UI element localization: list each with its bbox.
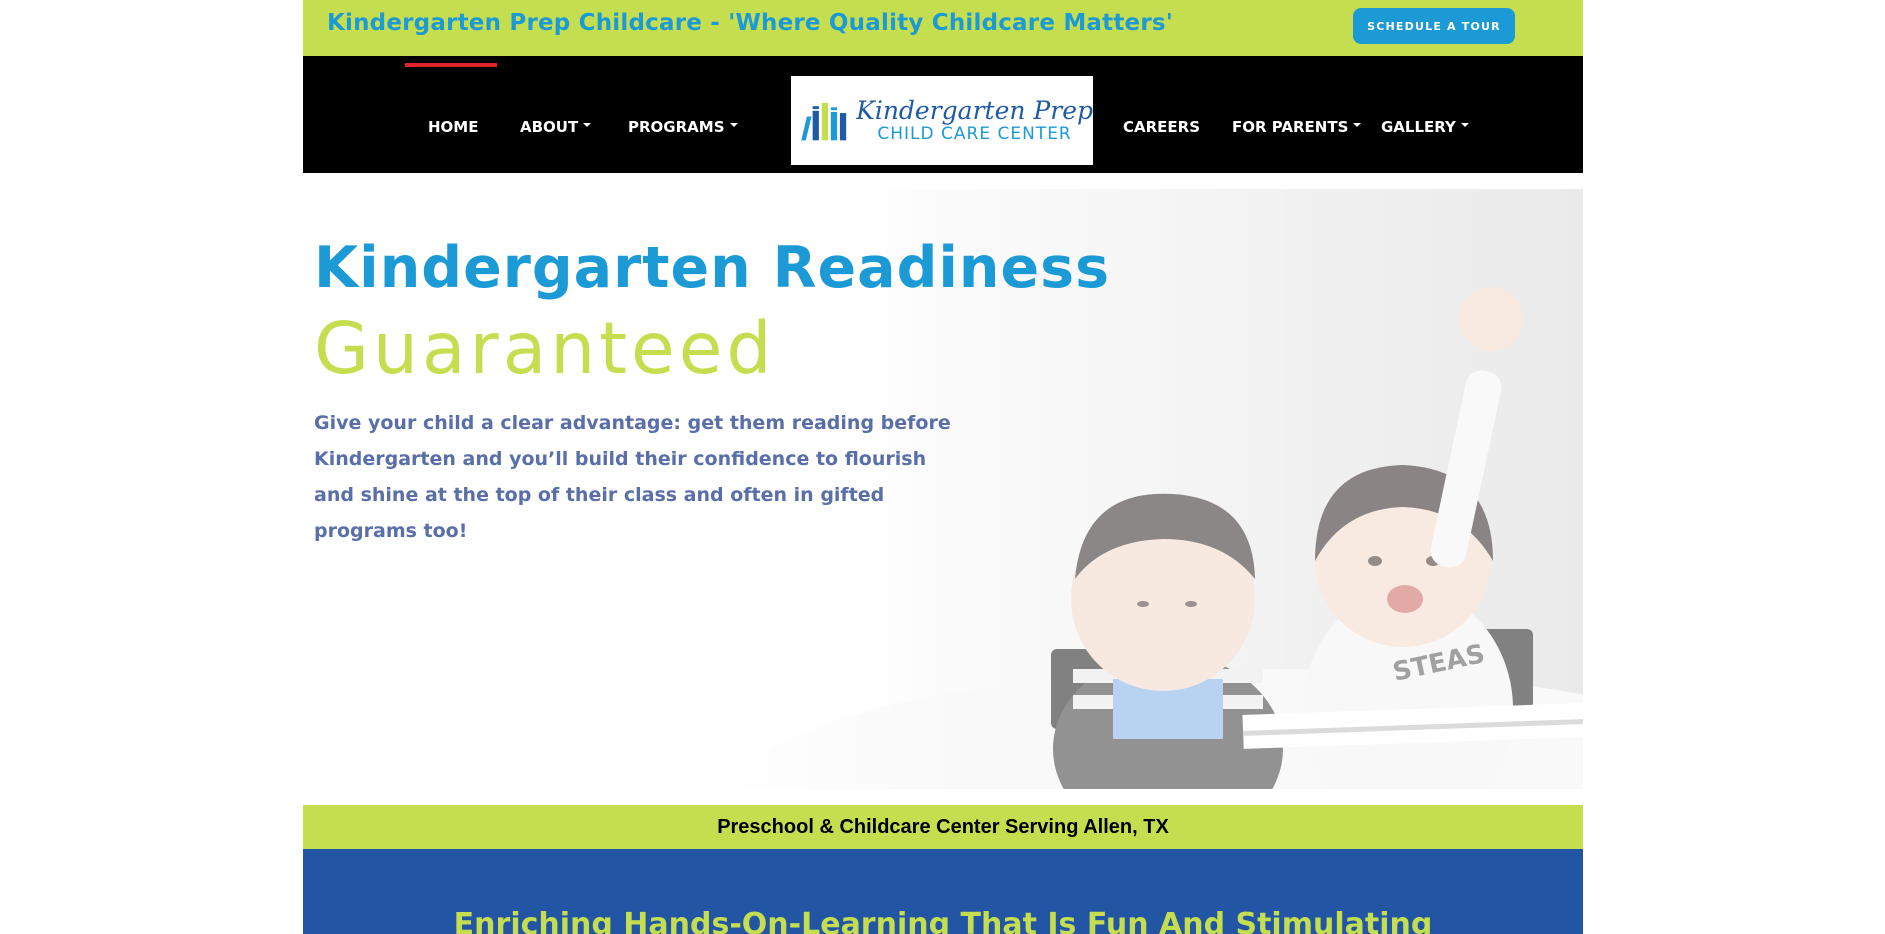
nav-item-label: PROGRAMS — [628, 118, 725, 136]
site-logo[interactable]: Kindergarten Prep CHILD CARE CENTER — [791, 76, 1093, 165]
caret-down-icon — [583, 123, 592, 127]
nav-item-label: GALLERY — [1381, 118, 1456, 136]
main-nav: HOME ABOUT PROGRAMS Kindergarten Prep CH… — [303, 56, 1583, 173]
caret-down-icon — [1460, 123, 1469, 127]
logo-subtitle: CHILD CARE CENTER — [877, 124, 1072, 145]
service-area-text: Preschool & Childcare Center Serving All… — [717, 815, 1169, 838]
nav-item-label: HOME — [428, 118, 479, 136]
nav-item-label: FOR PARENTS — [1232, 118, 1349, 136]
hero-lead: Give your child a clear advantage: get t… — [314, 412, 951, 542]
books-logo-icon — [801, 102, 847, 140]
logo-text: Kindergarten Prep CHILD CARE CENTER — [856, 97, 1093, 145]
schedule-tour-button[interactable]: SCHEDULE A TOUR — [1353, 8, 1515, 44]
nav-item-about[interactable]: ABOUT — [520, 112, 592, 142]
hero-subheading: Guaranteed — [314, 307, 776, 390]
nav-item-home[interactable]: HOME — [428, 112, 478, 142]
nav-item-careers[interactable]: CAREERS — [1123, 112, 1200, 142]
caret-down-icon — [729, 123, 738, 127]
top-bar: Kindergarten Prep Childcare - 'Where Qua… — [303, 0, 1583, 56]
service-area-strip: Preschool & Childcare Center Serving All… — [303, 805, 1583, 849]
hero-heading: Kindergarten Readiness — [314, 235, 1111, 301]
section-heading: Enriching Hands-On-Learning That Is Fun … — [453, 907, 1433, 934]
nav-item-programs[interactable]: PROGRAMS — [628, 112, 738, 142]
caret-down-icon — [1353, 123, 1362, 127]
logo-name: Kindergarten Prep — [856, 95, 1093, 125]
nav-item-label: CAREERS — [1123, 118, 1201, 136]
site-tagline: Kindergarten Prep Childcare - 'Where Qua… — [327, 10, 1174, 36]
hero-banner: STEAS Kindergarten Readiness Guaranteed … — [303, 189, 1583, 789]
active-indicator — [405, 63, 497, 67]
nav-item-for-parents[interactable]: FOR PARENTS — [1232, 112, 1362, 142]
nav-item-gallery[interactable]: GALLERY — [1381, 112, 1469, 142]
nav-item-label: ABOUT — [520, 118, 579, 136]
features-section: Enriching Hands-On-Learning That Is Fun … — [303, 849, 1583, 934]
